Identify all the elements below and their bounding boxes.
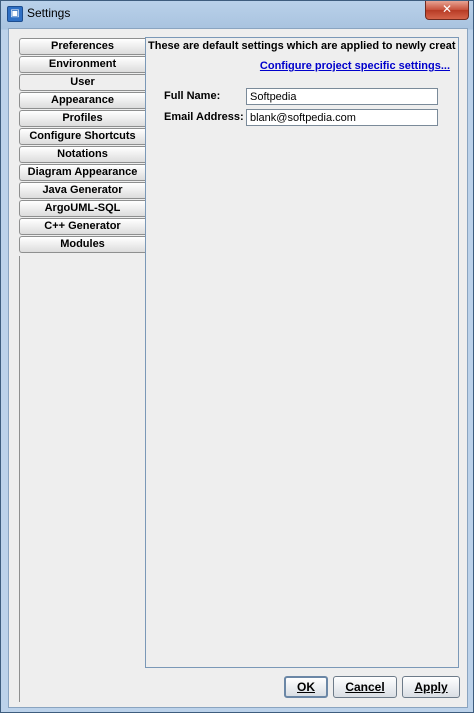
ok-button[interactable]: OK [284,676,328,698]
tab-environment[interactable]: Environment [19,56,145,73]
info-text: These are default settings which are app… [148,40,456,52]
full-name-label: Full Name: [164,90,221,102]
tab-appearance[interactable]: Appearance [19,92,145,109]
configure-project-settings-link[interactable]: Configure project specific settings... [260,60,450,72]
tab-cpp-generator[interactable]: C++ Generator [19,218,145,235]
user-settings-panel: These are default settings which are app… [145,37,459,668]
tab-user[interactable]: User [19,74,145,91]
tab-modules[interactable]: Modules [19,236,145,253]
tab-notations[interactable]: Notations [19,146,145,163]
tab-java-generator[interactable]: Java Generator [19,182,145,199]
email-input[interactable] [246,109,438,126]
title-bar[interactable]: ▣ Settings ✕ [1,1,473,27]
app-icon: ▣ [7,6,23,22]
dialog-content: Preferences Environment User Appearance … [8,28,468,708]
cancel-button[interactable]: Cancel [333,676,397,698]
tab-argouml-sql[interactable]: ArgoUML-SQL [19,200,145,217]
tab-configure-shortcuts[interactable]: Configure Shortcuts [19,128,145,145]
tab-strip-border [19,256,20,702]
full-name-input[interactable] [246,88,438,105]
window-title: Settings [27,6,71,20]
email-label: Email Address: [164,111,244,123]
apply-button[interactable]: Apply [402,676,460,698]
settings-window: ▣ Settings ✕ Preferences Environment Use… [0,0,474,713]
close-button[interactable]: ✕ [425,1,469,20]
tab-profiles[interactable]: Profiles [19,110,145,127]
tab-list: Preferences Environment User Appearance … [19,38,145,254]
tab-preferences[interactable]: Preferences [19,38,145,55]
tab-diagram-appearance[interactable]: Diagram Appearance [19,164,145,181]
